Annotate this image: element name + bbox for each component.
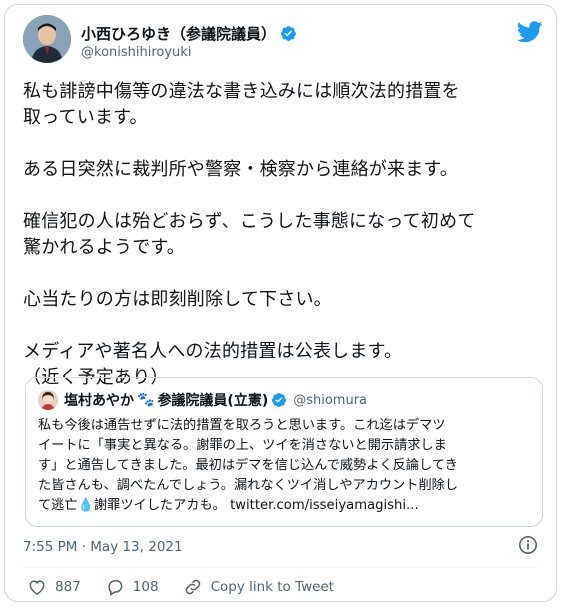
copy-link-label: Copy link to Tweet [210,579,335,595]
twitter-bird-icon[interactable] [517,21,543,43]
droplet-emoji-icon: 💧 [77,498,94,513]
quoted-author-handle[interactable]: @shiomura [293,393,367,408]
reply-icon [108,580,123,596]
copy-link-button[interactable]: Copy link to Tweet [183,577,335,597]
paw-emoji-icon: 🐾 [137,392,155,408]
tweet-header: 小西ひろゆき（参議院議員） @konishihiroyuki [23,15,543,71]
tweet-text: 私も誹謗中傷等の違法な書き込みには順次法的措置を 取っています。 ある日突然に裁… [23,81,476,388]
quoted-author-name-suffix[interactable]: 参議院議員(立憲) [157,390,268,410]
reply-button[interactable]: 108 [105,577,159,597]
quoted-tweet[interactable]: 塩村あやか 🐾 参議院議員(立憲) @shiomura 私も今後は通告せずに法的… [25,377,543,527]
link-icon [185,579,200,595]
quoted-link[interactable]: twitter.com/isseiyamagishi... [230,498,419,513]
verified-badge-icon [271,392,287,408]
divider [23,567,538,568]
quoted-author-avatar[interactable] [38,390,58,410]
reply-count: 108 [132,579,159,595]
heart-icon [29,580,45,595]
quoted-author-name[interactable]: 塩村あやか [64,390,134,410]
tweet-timestamp[interactable]: 7:55 PM · May 13, 2021 [23,539,183,555]
quoted-tweet-text: 私も今後は通告せずに法的措置を取ろうと思います。これ迄はデマツ イートに「事実と… [38,416,534,516]
author-name[interactable]: 小西ひろゆき（参議院議員） [81,23,276,44]
author-avatar[interactable] [23,15,71,63]
verified-badge-icon [280,25,297,42]
like-count: 887 [55,579,81,595]
author-handle[interactable]: @konishihiroyuki [81,45,191,60]
action-bar: 887 108 Copy link to Tweet [27,577,358,597]
quoted-text-tail: 謝罪ツイしたアカも。 [93,498,231,513]
like-button[interactable]: 887 [27,577,81,597]
tweet-card: 小西ひろゆき（参議院議員） @konishihiroyuki 私も誹謗中傷等の違… [4,4,557,602]
info-icon[interactable] [518,535,538,555]
